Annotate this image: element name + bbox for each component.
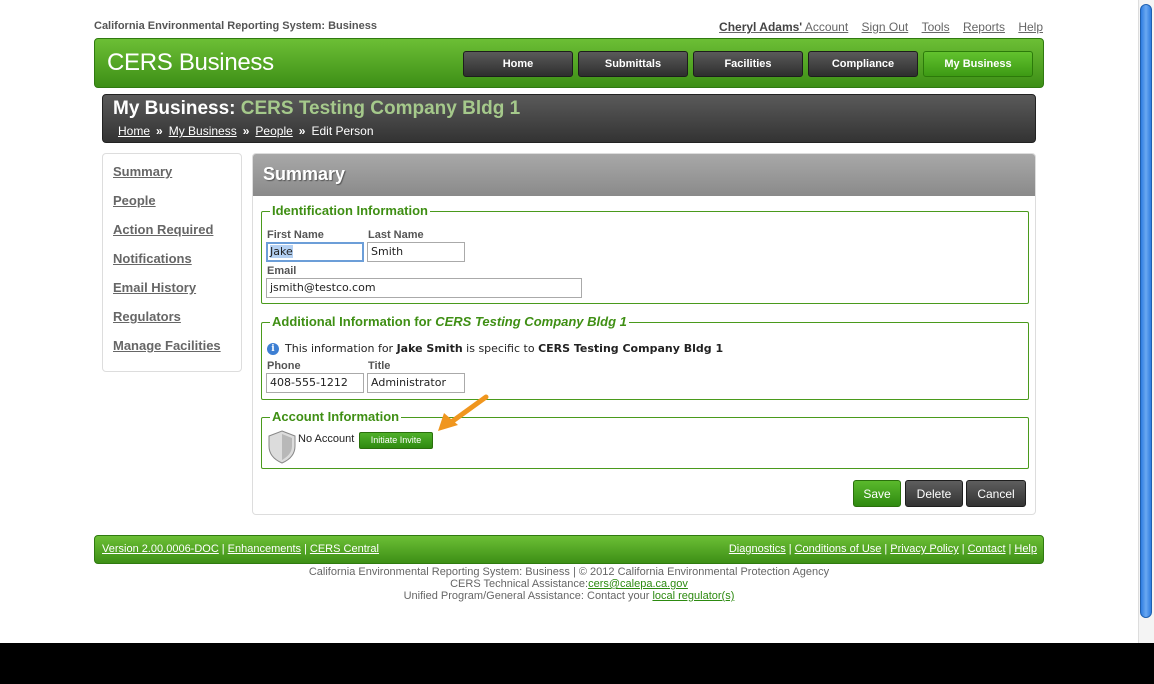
page-header: My Business: CERS Testing Company Bldg 1… [102, 94, 1036, 143]
footer-enhancements-link[interactable]: Enhancements [228, 543, 301, 555]
scrollbar-thumb[interactable] [1140, 4, 1152, 618]
sign-out-link[interactable]: Sign Out [862, 20, 909, 34]
footer-tech-assistance-label: CERS Technical Assistance: [450, 578, 589, 590]
reports-link[interactable]: Reports [963, 20, 1005, 34]
nav-submittals[interactable]: Submittals [578, 51, 688, 77]
logo[interactable]: CERS Business [107, 49, 274, 77]
email-label: Email [267, 265, 297, 277]
account-fieldset: Account Information No Account Initiate … [261, 409, 1029, 469]
footer-right-links: Diagnostics | Conditions of Use | Privacy Po… [728, 543, 1037, 555]
account-suffix: Account [804, 20, 849, 34]
tools-link[interactable]: Tools [922, 20, 950, 34]
last-name-field[interactable]: Smith [367, 242, 465, 262]
breadcrumb: Home » My Business » People » Edit Person [118, 124, 374, 138]
identification-legend: Identification Information [270, 203, 430, 218]
breadcrumb-separator: » [156, 124, 163, 138]
sidebar-item-regulators[interactable]: Regulators [113, 309, 181, 324]
email-field[interactable]: jsmith@testco.com [266, 278, 582, 298]
header-bar: CERS Business Home Submittals Facilities… [94, 38, 1044, 88]
footer-help-link[interactable]: Help [1014, 543, 1037, 555]
page-title-prefix: My Business: [113, 98, 236, 119]
account-link[interactable]: Cheryl Adams' Account [719, 20, 848, 34]
nav-my-business[interactable]: My Business [923, 51, 1033, 77]
footer-contact-link[interactable]: Contact [968, 543, 1006, 555]
info-person: Jake Smith [396, 342, 463, 355]
info-prefix: This information for [285, 342, 394, 355]
last-name-label: Last Name [368, 229, 424, 241]
annotation-arrow-icon [438, 394, 489, 431]
save-button[interactable]: Save [853, 480, 901, 507]
delete-button[interactable]: Delete [905, 480, 963, 507]
page-title: My Business: CERS Testing Company Bldg 1 [113, 98, 520, 120]
breadcrumb-separator: » [298, 124, 306, 138]
first-name-label: First Name [267, 229, 324, 241]
sidebar-item-manage-facilities[interactable]: Manage Facilities [113, 338, 221, 353]
info-text: This information for Jake Smith is speci… [285, 342, 723, 355]
panel-header: Summary [253, 154, 1035, 196]
footer-tech-assistance: CERS Technical Assistance:cers@calepa.ca… [94, 578, 1044, 590]
footer-cers-central-link[interactable]: CERS Central [310, 543, 379, 555]
footer-email-link[interactable]: cers@calepa.ca.gov [588, 578, 688, 590]
title-field[interactable]: Administrator [367, 373, 465, 393]
account-name: Cheryl Adams' [719, 20, 803, 34]
footer-conditions-link[interactable]: Conditions of Use [795, 543, 882, 555]
info-middle: is specific to [466, 342, 535, 355]
first-name-value: Jake [270, 245, 293, 258]
footer-general-assistance-label: Unified Program/General Assistance: Cont… [403, 590, 650, 602]
info-icon: i [267, 343, 279, 355]
account-legend: Account Information [270, 409, 402, 424]
breadcrumb-home[interactable]: Home [118, 124, 150, 138]
footer-bar: Version 2.00.0006-DOC | Enhancements | CERS … [94, 535, 1044, 564]
sidebar: Summary People Action Required Notificat… [102, 153, 242, 372]
breadcrumb-my-business[interactable]: My Business [169, 124, 237, 138]
first-name-field[interactable]: Jake [266, 242, 364, 262]
additional-info-legend-company: CERS Testing Company Bldg 1 [435, 314, 627, 329]
screen-bottom-bar [0, 643, 1154, 684]
footer-general-assistance: Unified Program/General Assistance: Cont… [94, 590, 1044, 602]
additional-info-fieldset: Additional Information for CERS Testing … [261, 314, 1029, 400]
phone-field[interactable]: 408-555-1212 [266, 373, 364, 393]
footer-privacy-link[interactable]: Privacy Policy [890, 543, 958, 555]
phone-label: Phone [267, 360, 301, 372]
nav-home[interactable]: Home [463, 51, 573, 77]
footer-left-links: Version 2.00.0006-DOC | Enhancements | CERS … [102, 543, 379, 555]
help-link[interactable]: Help [1018, 20, 1043, 34]
summary-panel: Summary Identification Information First… [252, 153, 1036, 515]
info-company: CERS Testing Company Bldg 1 [538, 342, 724, 355]
footer-regulator-link[interactable]: local regulator(s) [652, 590, 734, 602]
page-title-company: CERS Testing Company Bldg 1 [240, 98, 521, 119]
sidebar-item-people[interactable]: People [113, 193, 156, 208]
additional-info-legend-prefix: Additional Information for [272, 314, 432, 329]
breadcrumb-separator: » [242, 124, 250, 138]
app-title: California Environmental Reporting Syste… [94, 20, 378, 32]
cancel-button[interactable]: Cancel [966, 480, 1026, 507]
footer-diagnostics-link[interactable]: Diagnostics [729, 543, 786, 555]
breadcrumb-people[interactable]: People [255, 124, 292, 138]
identification-fieldset: Identification Information First Name La… [261, 203, 1029, 304]
sidebar-item-summary[interactable]: Summary [113, 164, 172, 179]
utility-links: Cheryl Adams' Account Sign Out Tools Rep… [709, 20, 1043, 34]
breadcrumb-current: Edit Person [311, 124, 374, 138]
shield-icon [268, 430, 296, 464]
panel-title: Summary [263, 164, 346, 184]
title-label: Title [368, 360, 391, 372]
nav-facilities[interactable]: Facilities [693, 51, 803, 77]
nav-compliance[interactable]: Compliance [808, 51, 918, 77]
sidebar-item-email-history[interactable]: Email History [113, 280, 196, 295]
additional-info-legend: Additional Information for CERS Testing … [270, 314, 629, 329]
sidebar-item-notifications[interactable]: Notifications [113, 251, 192, 266]
initiate-invite-button[interactable]: Initiate Invite [359, 432, 433, 449]
sidebar-item-action-required[interactable]: Action Required [113, 222, 213, 237]
account-status: No Account [298, 433, 355, 445]
footer-version-link[interactable]: Version 2.00.0006-DOC [102, 543, 219, 555]
footer-copyright: California Environmental Reporting Syste… [308, 566, 830, 578]
